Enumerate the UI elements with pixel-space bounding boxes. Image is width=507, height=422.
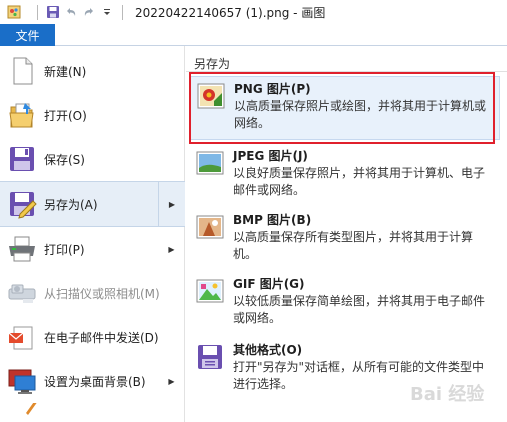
bmp-image-icon [195, 212, 225, 242]
menu-item-new[interactable]: 新建(N) [0, 49, 185, 93]
undo-icon[interactable] [62, 3, 80, 21]
menu-item-email[interactable]: 在电子邮件中发送(D) [0, 315, 185, 359]
submenu-arrow-icon[interactable]: ▶ [158, 359, 185, 403]
format-name: GIF 图片(G) [233, 277, 305, 291]
redo-icon[interactable] [80, 3, 98, 21]
file-tab[interactable]: 文件 [0, 24, 55, 46]
panel-divider [186, 71, 507, 72]
file-menu: 新建(N) 打开(O) 保存(S) 另存为(A) ▶ 打印(P) ▶ 从扫描仪或… [0, 46, 185, 422]
save-as-jpeg[interactable]: JPEG 图片(J) 以良好质量保存照片，并将其用于计算机、电子邮件或网络。 [190, 144, 500, 208]
printer-icon [6, 233, 38, 265]
title-bar: 20220422140657 (1).png - 画图 [0, 0, 507, 24]
save-as-icon [6, 188, 38, 220]
save-as-png[interactable]: PNG 图片(P) 以高质量保存照片或绘图，并将其用于计算机或网络。 [190, 76, 500, 140]
paint-app-icon[interactable] [7, 5, 21, 19]
scanner-icon [6, 277, 38, 309]
menu-item-save-as[interactable]: 另存为(A) ▶ [0, 181, 185, 227]
menu-item-label: 新建(N) [44, 64, 87, 79]
format-name: PNG 图片(P) [234, 82, 311, 96]
menu-item-label: 打印(P) [44, 242, 85, 257]
floppy-disk-icon [6, 143, 38, 175]
menu-item-label: 设置为桌面背景(B) [44, 374, 146, 389]
ribbon-tab-row: 文件 [0, 24, 507, 46]
save-as-gif[interactable]: GIF 图片(G) 以较低质量保存简单绘图，并将其用于电子邮件或网络。 [190, 272, 500, 336]
menu-item-desktop-background[interactable]: 设置为桌面背景(B) ▶ [0, 359, 185, 403]
panel-title: 另存为 [194, 57, 231, 71]
save-as-panel: 另存为 PNG 图片(P) 以高质量保存照片或绘图，并将其用于计算机或网络。 J… [186, 46, 507, 422]
menu-item-label: 另存为(A) [44, 197, 98, 212]
quick-save-icon[interactable] [44, 3, 62, 21]
toolbar-separator [122, 4, 123, 20]
format-description: 以高质量保存所有类型图片，并将其用于计算机。 [233, 230, 474, 261]
menu-item-partial [0, 403, 185, 422]
open-folder-icon [6, 99, 38, 131]
menu-item-print[interactable]: 打印(P) ▶ [0, 227, 185, 271]
menu-item-label: 打开(O) [44, 108, 87, 123]
watermark: Bai 经验 [410, 384, 485, 405]
menu-item-scanner[interactable]: 从扫描仪或照相机(M) [0, 271, 185, 315]
email-icon [6, 321, 38, 353]
submenu-arrow-icon[interactable]: ▶ [158, 182, 185, 226]
window-title: 20220422140657 (1).png - 画图 [135, 5, 326, 20]
format-description: 以良好质量保存照片，并将其用于计算机、电子邮件或网络。 [233, 166, 486, 197]
gif-image-icon [195, 276, 225, 306]
format-description: 以较低质量保存简单绘图，并将其用于电子邮件或网络。 [233, 294, 486, 325]
menu-item-label: 在电子邮件中发送(D) [44, 330, 159, 345]
other-formats-icon [195, 342, 225, 372]
menu-item-open[interactable]: 打开(O) [0, 93, 185, 137]
menu-item-label: 保存(S) [44, 152, 85, 167]
brush-icon [6, 403, 38, 422]
save-as-bmp[interactable]: BMP 图片(B) 以高质量保存所有类型图片，并将其用于计算机。 [190, 208, 500, 272]
desktop-background-icon [6, 365, 38, 397]
menu-item-label: 从扫描仪或照相机(M) [44, 286, 160, 301]
format-name: JPEG 图片(J) [233, 149, 308, 163]
format-name: BMP 图片(B) [233, 213, 312, 227]
customize-toolbar-icon[interactable] [98, 3, 116, 21]
toolbar-separator [37, 4, 38, 20]
new-document-icon [6, 55, 38, 87]
png-image-icon [196, 81, 226, 111]
format-description: 以高质量保存照片或绘图，并将其用于计算机或网络。 [234, 99, 487, 130]
submenu-arrow-icon[interactable]: ▶ [158, 227, 185, 271]
menu-item-save[interactable]: 保存(S) [0, 137, 185, 181]
format-name: 其他格式(O) [233, 343, 303, 357]
jpeg-image-icon [195, 148, 225, 178]
